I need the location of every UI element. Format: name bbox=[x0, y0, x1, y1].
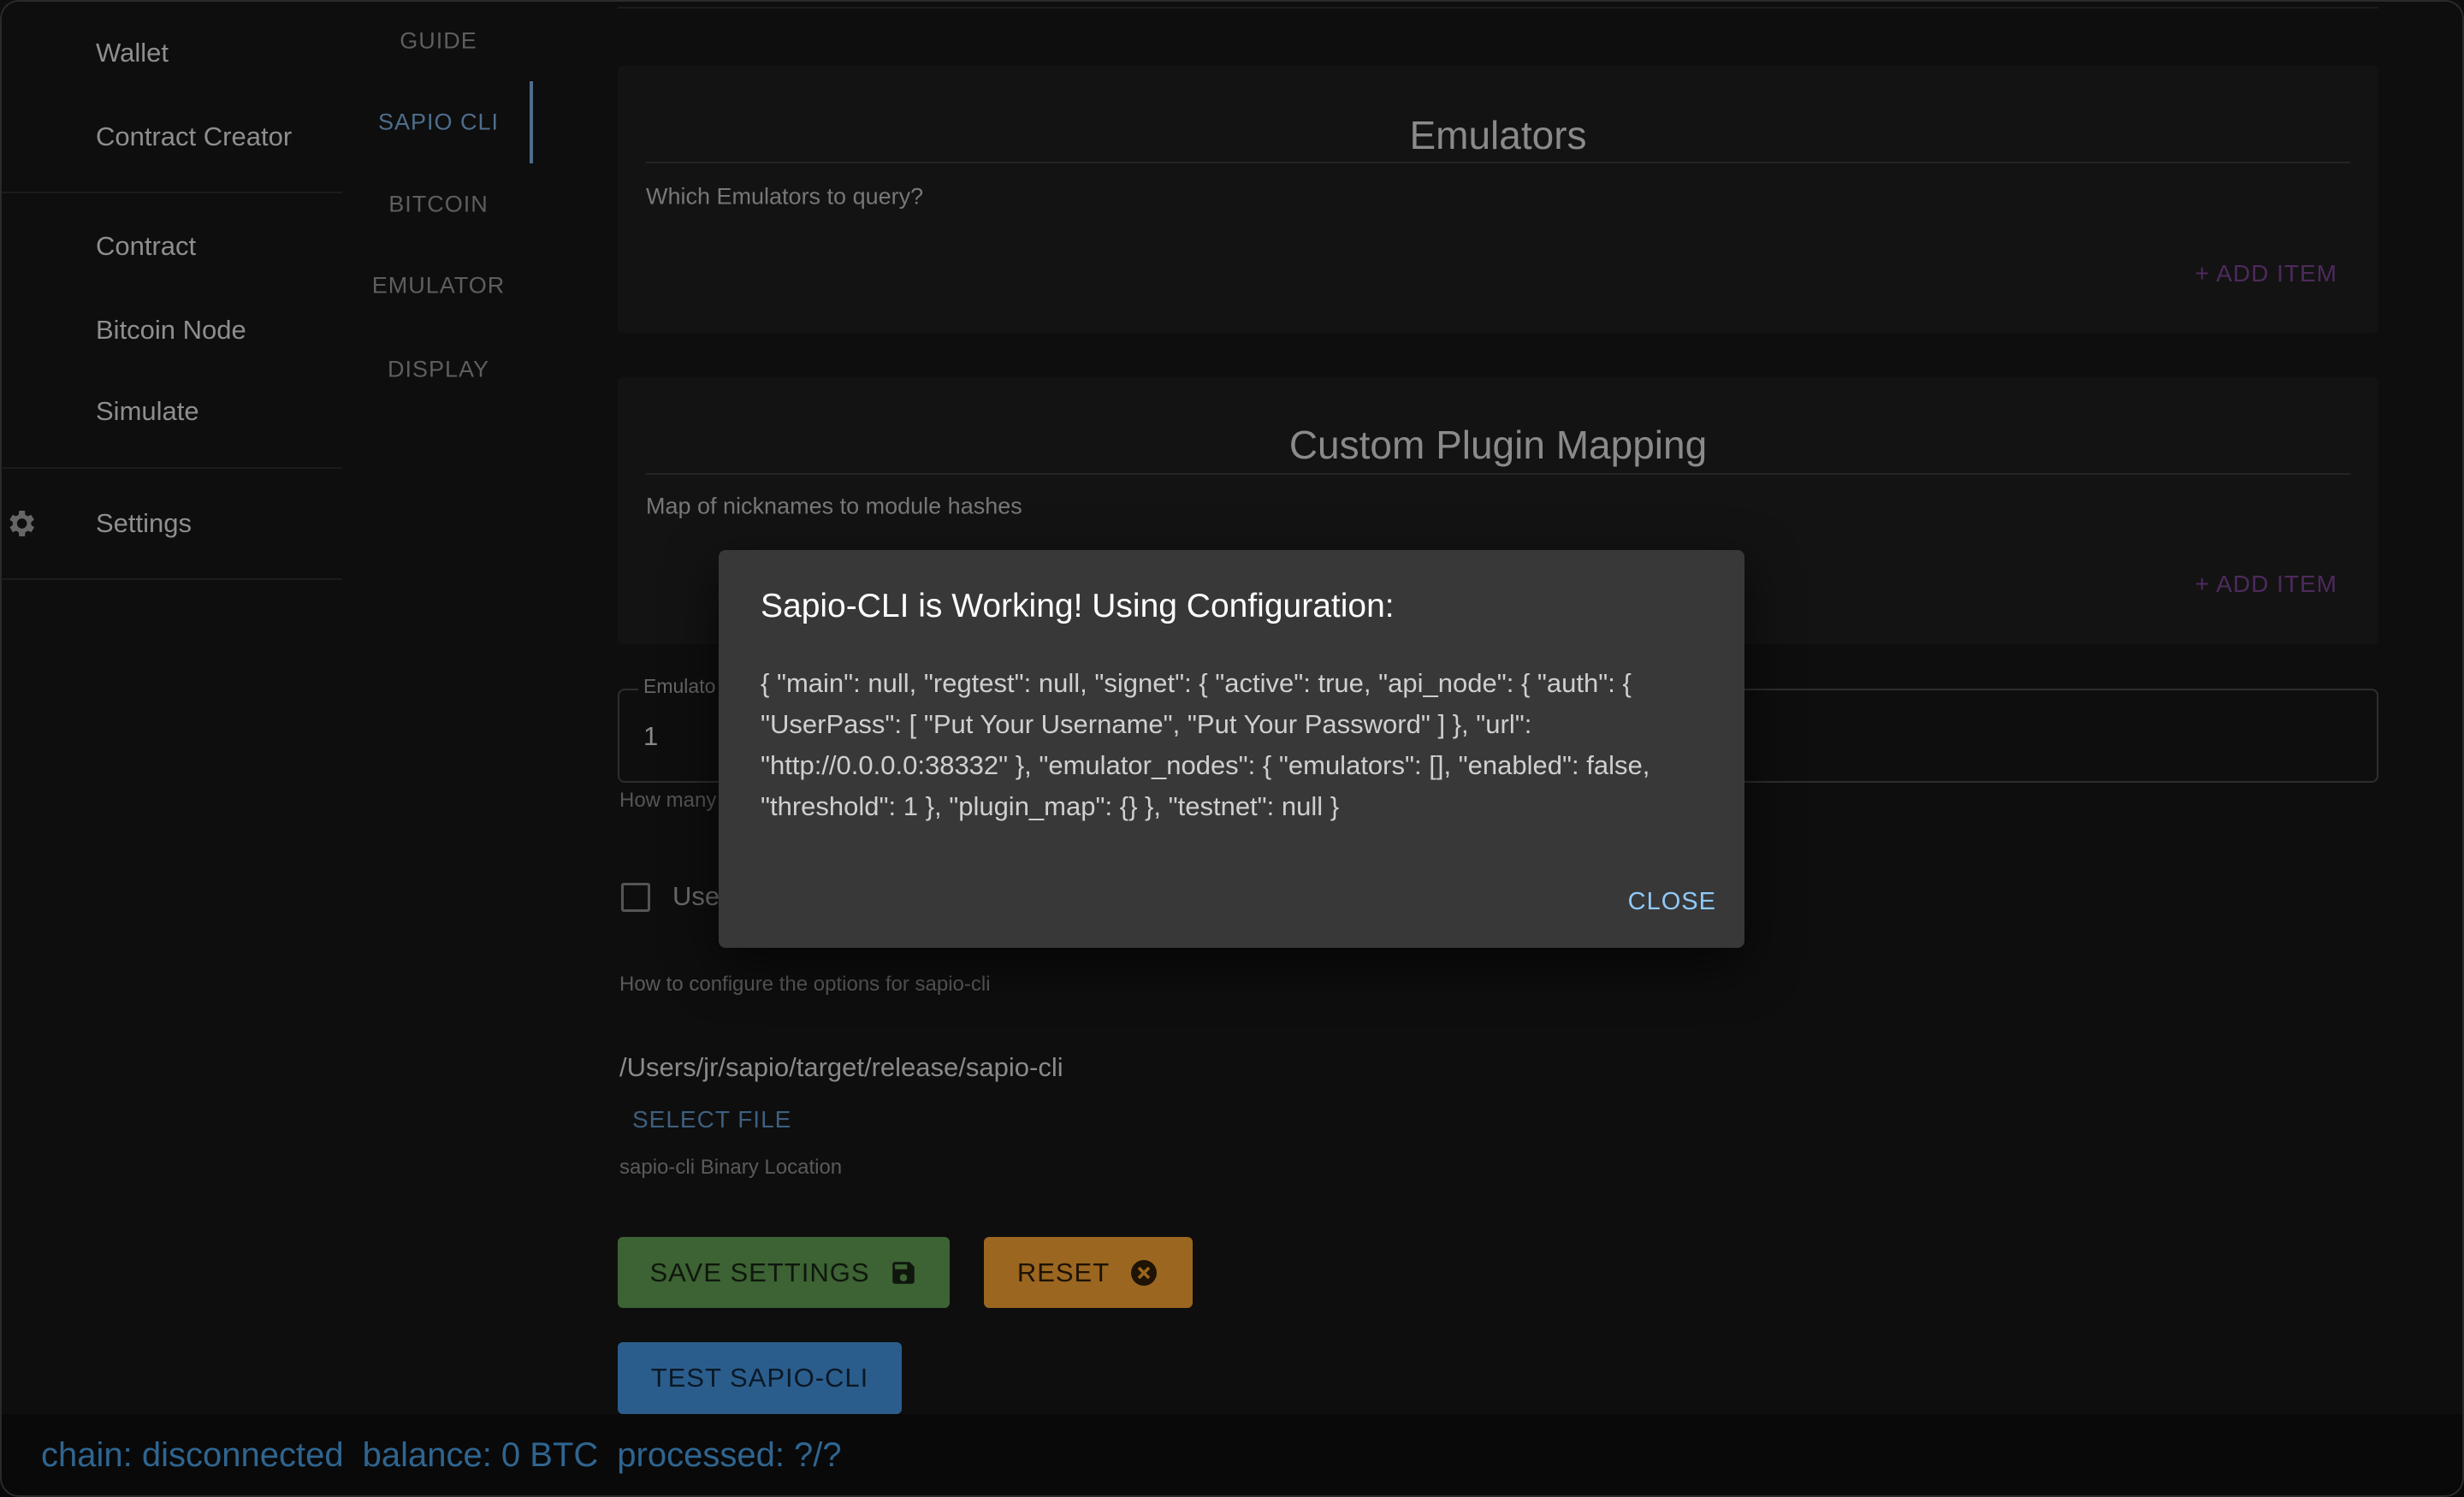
save-label: SAVE SETTINGS bbox=[649, 1257, 870, 1287]
config-line: "threshold": 1 }, "plugin_map": {} }, "t… bbox=[761, 791, 1340, 821]
divider bbox=[646, 473, 2350, 475]
divider bbox=[646, 162, 2350, 163]
dialog-title: Sapio-CLI is Working! Using Configuratio… bbox=[761, 588, 1395, 624]
save-icon bbox=[891, 1261, 915, 1284]
checkbox-label: Use bbox=[672, 881, 720, 911]
gear-icon bbox=[9, 511, 35, 536]
card-title: Emulators bbox=[1409, 113, 1587, 157]
binary-location-label: sapio-cli Binary Location bbox=[619, 1156, 843, 1179]
test-sapio-cli-button[interactable]: TEST SAPIO-CLI bbox=[618, 1342, 902, 1414]
emulators-card: Emulators Which Emulators to query? + AD… bbox=[618, 66, 2378, 333]
reset-button[interactable]: RESET bbox=[984, 1237, 1193, 1308]
reset-label: RESET bbox=[1016, 1257, 1111, 1287]
select-file-button[interactable]: SELECT FILE bbox=[632, 1106, 791, 1133]
divider bbox=[0, 578, 342, 580]
nav-simulate[interactable]: Simulate bbox=[96, 396, 199, 427]
binary-path: /Users/jr/sapio/target/release/sapio-cli bbox=[619, 1052, 1063, 1082]
tab-emulator[interactable]: EMULATOR bbox=[342, 273, 535, 299]
nav-settings[interactable]: Settings bbox=[96, 508, 192, 539]
config-line: "UserPass": [ "Put Your Username", "Put … bbox=[761, 709, 1532, 739]
divider bbox=[0, 467, 342, 469]
save-settings-button[interactable]: SAVE SETTINGS bbox=[618, 1237, 950, 1308]
tab-guide[interactable]: GUIDE bbox=[342, 28, 535, 55]
tab-display[interactable]: DISPLAY bbox=[342, 357, 535, 383]
config-line: { "main": null, "regtest": null, "signet… bbox=[761, 668, 1632, 698]
helper-text: How many bbox=[619, 789, 717, 812]
plus-icon: + bbox=[2194, 260, 2217, 287]
processed-status: processed: ?/? bbox=[617, 1436, 842, 1474]
chain-status: chain: disconnected bbox=[41, 1436, 344, 1474]
nav-contract-creator[interactable]: Contract Creator bbox=[96, 121, 292, 152]
active-tab-indicator bbox=[530, 81, 533, 163]
sapio-cli-dialog: Sapio-CLI is Working! Using Configuratio… bbox=[719, 550, 1744, 948]
close-circle-icon bbox=[1131, 1259, 1158, 1286]
dialog-content: { "main": null, "regtest": null, "signet… bbox=[761, 663, 1650, 827]
card-subtitle: Which Emulators to query? bbox=[646, 183, 924, 210]
add-item-button[interactable]: + ADD ITEM bbox=[2195, 571, 2337, 598]
add-item-label: ADD ITEM bbox=[2216, 571, 2337, 597]
plus-icon: + bbox=[2194, 571, 2217, 597]
status-bar: chain: disconnected balance: 0 BTC proce… bbox=[0, 1414, 2464, 1497]
nav-wallet[interactable]: Wallet bbox=[96, 38, 169, 68]
config-line: "http://0.0.0.0:38332" }, "emulator_node… bbox=[761, 750, 1650, 780]
config-help-text: How to configure the options for sapio-c… bbox=[619, 973, 991, 996]
add-item-button[interactable]: + ADD ITEM bbox=[2195, 260, 2337, 287]
divider bbox=[0, 192, 342, 193]
add-item-label: ADD ITEM bbox=[2216, 260, 2337, 287]
balance-status: balance: 0 BTC bbox=[362, 1436, 599, 1474]
tab-sapio-cli[interactable]: SAPIO CLI bbox=[342, 109, 535, 136]
nav-bitcoin-node[interactable]: Bitcoin Node bbox=[96, 315, 246, 346]
tab-bitcoin[interactable]: BITCOIN bbox=[342, 192, 535, 218]
input-value: 1 bbox=[643, 721, 659, 751]
close-button[interactable]: CLOSE bbox=[1628, 888, 1716, 916]
nav-contract[interactable]: Contract bbox=[96, 231, 196, 262]
card-title: Custom Plugin Mapping bbox=[1288, 423, 1708, 467]
divider bbox=[618, 7, 2378, 9]
input-label: Emulato bbox=[638, 675, 721, 698]
checkbox[interactable] bbox=[621, 883, 650, 912]
card-subtitle: Map of nicknames to module hashes bbox=[646, 493, 1022, 519]
